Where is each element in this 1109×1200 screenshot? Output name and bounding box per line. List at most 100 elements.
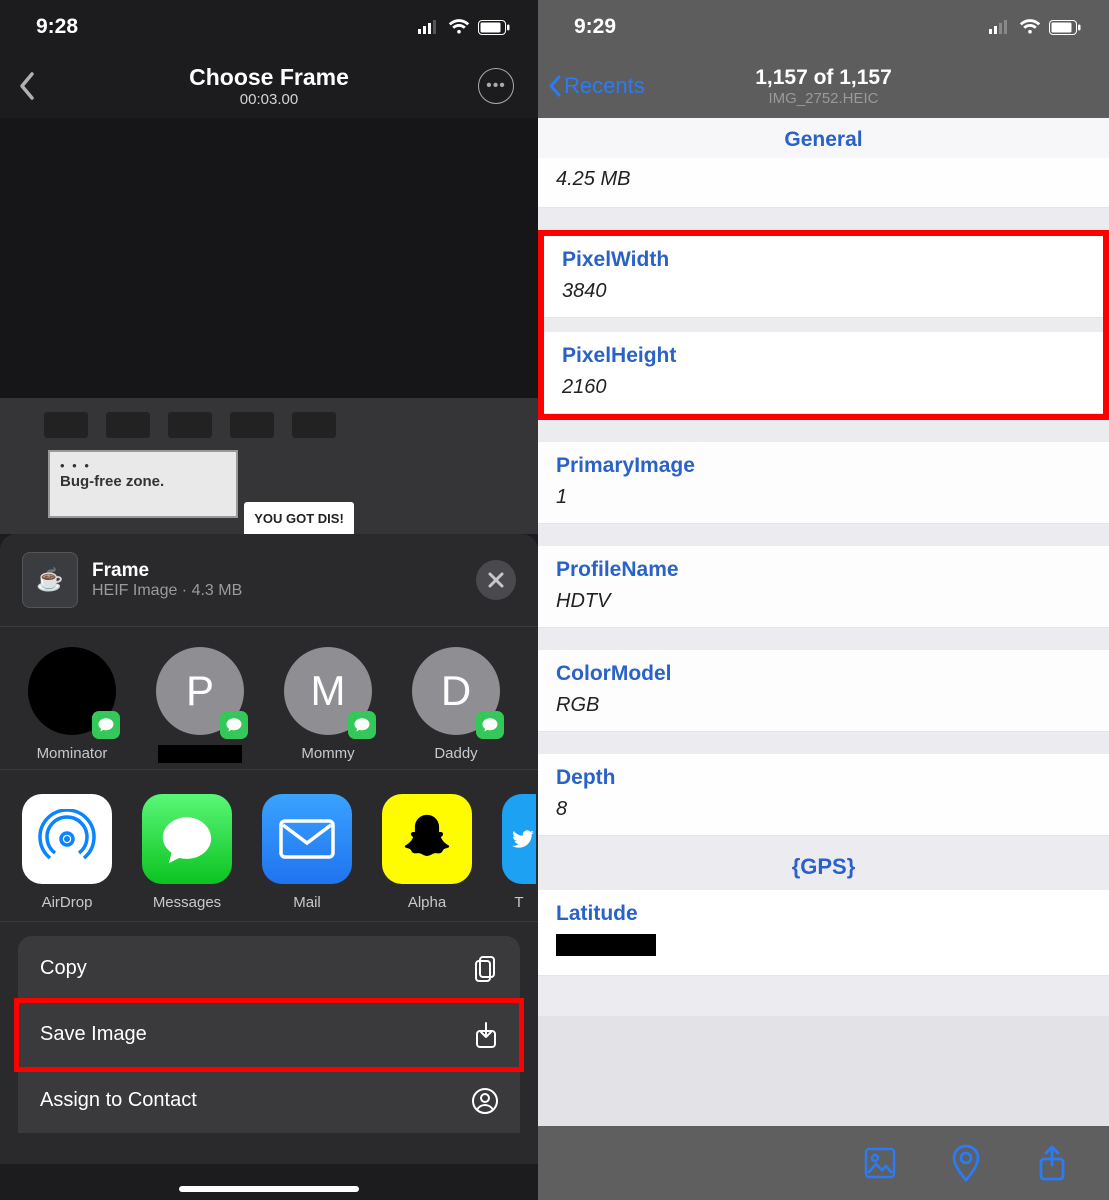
meta-value: 8 bbox=[556, 798, 1091, 821]
phone-left-screenshot: 9:28 Choose Frame 00:03.00 ••• • • • Bug… bbox=[0, 0, 538, 1200]
contact-name: Mommy bbox=[301, 745, 354, 763]
nav-bar: Choose Frame 00:03.00 ••• bbox=[0, 54, 538, 118]
share-header: ☕ Frame HEIF Image · 4.3 MB bbox=[0, 534, 538, 627]
share-contacts-row[interactable]: Mominator P M Mommy D Daddy bbox=[0, 627, 538, 770]
share-app-snapchat[interactable]: Alpha bbox=[382, 794, 472, 911]
share-app-twitter[interactable]: T bbox=[502, 794, 536, 911]
back-label: Recents bbox=[564, 73, 645, 99]
action-label: Assign to Contact bbox=[40, 1089, 197, 1112]
bottom-toolbar bbox=[538, 1126, 1109, 1200]
action-label: Save Image bbox=[40, 1023, 147, 1046]
sticker-bugfree: • • • Bug-free zone. bbox=[48, 450, 238, 518]
contact-name-redacted bbox=[158, 745, 242, 763]
snapchat-icon bbox=[382, 794, 472, 884]
status-bar: 9:29 bbox=[538, 0, 1109, 54]
share-apps-row[interactable]: AirDrop Messages Mail Alpha bbox=[0, 770, 538, 922]
meta-label: Depth bbox=[556, 766, 1091, 790]
meta-row-colormodel: ColorModel RGB bbox=[538, 650, 1109, 732]
share-contact[interactable]: P bbox=[150, 647, 250, 763]
share-button[interactable] bbox=[1033, 1144, 1071, 1182]
group-header-general: General bbox=[538, 118, 1109, 158]
messages-badge-icon bbox=[348, 711, 376, 739]
meta-label: ColorModel bbox=[556, 662, 1091, 686]
nav-bar: Recents 1,157 of 1,157 IMG_2752.HEIC bbox=[538, 54, 1109, 118]
copy-icon bbox=[474, 955, 498, 983]
gallery-button[interactable] bbox=[861, 1144, 899, 1182]
messages-badge-icon bbox=[220, 711, 248, 739]
app-label: Alpha bbox=[408, 894, 446, 911]
avatar bbox=[28, 647, 116, 735]
nav-subtitle: 00:03.00 bbox=[0, 91, 538, 108]
home-indicator[interactable] bbox=[179, 1186, 359, 1192]
contact-name: Daddy bbox=[434, 745, 477, 763]
meta-label: PrimaryImage bbox=[556, 454, 1091, 478]
video-background bbox=[0, 118, 538, 398]
meta-filesize: 4.25 MB bbox=[538, 158, 1109, 208]
highlighted-dimensions: PixelWidth 3840 PixelHeight 2160 bbox=[538, 230, 1109, 420]
contact-icon bbox=[472, 1088, 498, 1114]
status-time: 9:29 bbox=[574, 15, 616, 39]
airdrop-icon bbox=[22, 794, 112, 884]
meta-row-depth: Depth 8 bbox=[538, 754, 1109, 836]
meta-row-pixelwidth: PixelWidth 3840 bbox=[544, 236, 1103, 318]
action-copy[interactable]: Copy bbox=[18, 936, 520, 1002]
back-button[interactable] bbox=[0, 71, 54, 101]
app-label: T bbox=[514, 894, 523, 911]
avatar: P bbox=[156, 647, 244, 735]
meta-value: 3840 bbox=[562, 280, 1085, 303]
wifi-icon bbox=[448, 19, 470, 35]
back-recents-button[interactable]: Recents bbox=[538, 73, 645, 99]
meta-row-profilename: ProfileName HDTV bbox=[538, 546, 1109, 628]
mail-icon bbox=[262, 794, 352, 884]
meta-row-latitude: Latitude bbox=[538, 890, 1109, 976]
messages-icon bbox=[142, 794, 232, 884]
status-time: 9:28 bbox=[36, 15, 78, 39]
twitter-icon bbox=[502, 794, 536, 884]
phone-right-screenshot: 9:29 Recents 1,157 of 1,157 IMG_2752.HEI… bbox=[538, 0, 1109, 1200]
meta-label: PixelWidth bbox=[562, 248, 1085, 272]
share-thumbnail: ☕ bbox=[22, 552, 78, 608]
share-app-airdrop[interactable]: AirDrop bbox=[22, 794, 112, 911]
share-actions: Copy Save Image Assign to Contact bbox=[0, 922, 538, 1134]
action-label: Copy bbox=[40, 957, 87, 980]
share-app-messages[interactable]: Messages bbox=[142, 794, 232, 911]
meta-value: 1 bbox=[556, 486, 1091, 509]
battery-icon bbox=[478, 20, 510, 35]
sticker-yougotdis: YOU GOT DIS! bbox=[244, 502, 354, 534]
share-contact[interactable]: Mominator bbox=[22, 647, 122, 763]
share-app-mail[interactable]: Mail bbox=[262, 794, 352, 911]
meta-value-redacted bbox=[556, 934, 656, 956]
meta-row-primaryimage: PrimaryImage 1 bbox=[538, 442, 1109, 524]
video-frame-preview[interactable]: • • • Bug-free zone. YOU GOT DIS! bbox=[0, 398, 538, 534]
meta-label: PixelHeight bbox=[562, 344, 1085, 368]
app-label: Messages bbox=[153, 894, 221, 911]
metadata-list[interactable]: General 4.25 MB PixelWidth 3840 PixelHei… bbox=[538, 118, 1109, 1126]
contact-name: Mominator bbox=[37, 745, 108, 763]
meta-label: ProfileName bbox=[556, 558, 1091, 582]
share-sheet: ☕ Frame HEIF Image · 4.3 MB Mominator P bbox=[0, 534, 538, 1164]
meta-row-pixelheight: PixelHeight 2160 bbox=[544, 332, 1103, 414]
cellular-icon bbox=[418, 20, 440, 34]
download-icon bbox=[474, 1021, 498, 1049]
status-icons bbox=[418, 19, 510, 35]
share-subtitle: HEIF Image · 4.3 MB bbox=[92, 582, 242, 600]
meta-value: RGB bbox=[556, 694, 1091, 717]
status-bar: 9:28 bbox=[0, 0, 538, 54]
app-label: AirDrop bbox=[42, 894, 93, 911]
location-button[interactable] bbox=[947, 1144, 985, 1182]
battery-icon bbox=[1049, 20, 1081, 35]
action-save-image[interactable]: Save Image bbox=[18, 1002, 520, 1068]
avatar: D bbox=[412, 647, 500, 735]
share-contact[interactable]: M Mommy bbox=[278, 647, 378, 763]
app-label: Mail bbox=[293, 894, 321, 911]
meta-value: 2160 bbox=[562, 376, 1085, 399]
cellular-icon bbox=[989, 20, 1011, 34]
meta-value: HDTV bbox=[556, 590, 1091, 613]
group-header-gps: {GPS} bbox=[538, 836, 1109, 890]
more-button[interactable]: ••• bbox=[478, 68, 514, 104]
share-contact[interactable]: D Daddy bbox=[406, 647, 506, 763]
close-button[interactable] bbox=[476, 560, 516, 600]
avatar: M bbox=[284, 647, 372, 735]
meta-label: Latitude bbox=[556, 902, 1091, 926]
action-assign-contact[interactable]: Assign to Contact bbox=[18, 1068, 520, 1134]
